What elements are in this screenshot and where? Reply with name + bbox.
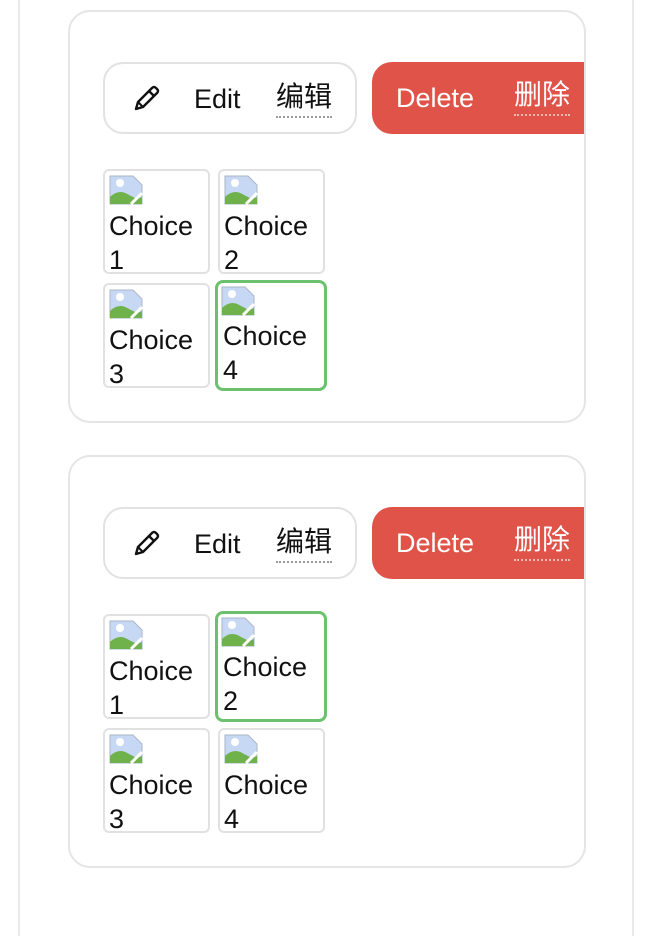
edit-label-cn: 编辑 bbox=[276, 80, 333, 118]
question-card-2: Edit 编辑 Delete 删除 Choice 1 Choice 2 Choi… bbox=[68, 455, 586, 868]
choice-option-2[interactable]: Choice 2 bbox=[218, 169, 325, 274]
choice-label: Choice 3 bbox=[109, 770, 194, 833]
broken-image-icon bbox=[109, 289, 143, 319]
delete-button[interactable]: Delete 删除 bbox=[372, 62, 584, 134]
question-card-1: Edit 编辑 Delete 删除 Choice 1 Choice 2 Choi… bbox=[68, 10, 586, 423]
choice-option-4[interactable]: Choice 4 bbox=[218, 728, 325, 833]
choice-label: Choice 2 bbox=[224, 211, 309, 274]
choice-option-3[interactable]: Choice 3 bbox=[103, 728, 210, 833]
choice-option-3[interactable]: Choice 3 bbox=[103, 283, 210, 388]
delete-label-cn: 删除 bbox=[514, 78, 571, 116]
delete-button[interactable]: Delete 删除 bbox=[372, 507, 584, 579]
broken-image-icon bbox=[224, 175, 258, 205]
broken-image-icon bbox=[221, 286, 255, 316]
edit-label: Edit bbox=[194, 84, 241, 114]
choice-option-1[interactable]: Choice 1 bbox=[103, 614, 210, 719]
broken-image-icon bbox=[109, 175, 143, 205]
broken-image-icon bbox=[109, 620, 143, 650]
choice-option-4-selected[interactable]: Choice 4 bbox=[215, 280, 327, 391]
pencil-icon bbox=[134, 85, 160, 111]
delete-label: Delete bbox=[396, 83, 475, 113]
delete-label: Delete bbox=[396, 528, 475, 558]
broken-image-icon bbox=[109, 734, 143, 764]
choice-label: Choice 1 bbox=[109, 656, 194, 719]
pencil-icon bbox=[134, 530, 160, 556]
broken-image-icon bbox=[224, 734, 258, 764]
choice-label: Choice 4 bbox=[223, 321, 308, 385]
edit-label-cn: 编辑 bbox=[276, 525, 333, 563]
delete-label-cn: 删除 bbox=[514, 523, 571, 561]
choice-label: Choice 3 bbox=[109, 325, 194, 388]
broken-image-icon bbox=[221, 617, 255, 647]
choice-option-1[interactable]: Choice 1 bbox=[103, 169, 210, 274]
edit-button[interactable]: Edit 编辑 bbox=[103, 507, 357, 579]
choice-label: Choice 1 bbox=[109, 211, 194, 274]
edit-button[interactable]: Edit 编辑 bbox=[103, 62, 357, 134]
choice-option-2-selected[interactable]: Choice 2 bbox=[215, 611, 327, 722]
edit-label: Edit bbox=[194, 529, 241, 559]
choice-label: Choice 4 bbox=[224, 770, 309, 833]
choice-label: Choice 2 bbox=[223, 652, 308, 716]
